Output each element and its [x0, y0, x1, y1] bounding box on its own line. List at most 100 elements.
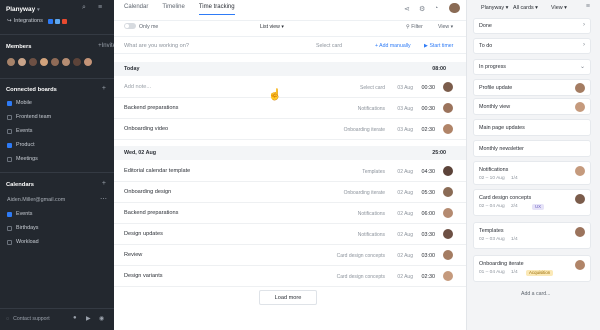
entry-card[interactable]: Onboarding iterate: [344, 190, 385, 196]
add-manually-button[interactable]: + Add manually: [375, 43, 411, 49]
avatar[interactable]: [28, 57, 38, 67]
table-row[interactable]: Add note... Select card 03 Aug 00:30: [114, 77, 466, 98]
task-input[interactable]: What are you working on?: [124, 43, 189, 49]
table-row[interactable]: Review Card design concepts 02 Aug 03:00: [114, 245, 466, 266]
entry-duration[interactable]: 05:30: [422, 190, 436, 196]
card-item[interactable]: Templates 02 – 03 Aug 1/4: [474, 223, 590, 248]
avatar[interactable]: [83, 57, 93, 67]
tab-calendar[interactable]: Calendar: [124, 4, 148, 15]
card-item[interactable]: Card design concepts 02 – 04 Aug 2/4 UX: [474, 190, 590, 215]
table-row[interactable]: Onboarding design Onboarding iterate 02 Au…: [114, 182, 466, 203]
entry-duration[interactable]: 00:30: [422, 85, 436, 91]
board-item-meetings[interactable]: Meetings: [7, 156, 38, 162]
avatar[interactable]: [72, 57, 82, 67]
calendar-label: Workload: [16, 239, 39, 245]
load-more-button[interactable]: Load more: [259, 290, 317, 305]
entry-duration[interactable]: 04:30: [422, 169, 436, 175]
panel-menu-icon[interactable]: ≡: [586, 3, 590, 10]
checkbox[interactable]: [7, 142, 12, 148]
only-me-toggle[interactable]: [124, 23, 136, 29]
tab-timeline[interactable]: Timeline: [162, 4, 184, 15]
filter-button[interactable]: ⚲ Filter: [406, 24, 423, 30]
checkbox[interactable]: [7, 128, 12, 134]
avatar[interactable]: [449, 3, 459, 13]
list-todo[interactable]: To do ›: [474, 39, 590, 53]
chrome-icon[interactable]: ◉: [99, 315, 104, 322]
member-avatars: [6, 57, 93, 67]
checkbox[interactable]: [7, 211, 12, 217]
checkbox[interactable]: [7, 239, 12, 245]
share-icon[interactable]: ⋖: [404, 5, 410, 13]
notifications-icon[interactable]: ◔: [434, 5, 438, 12]
select-card-button[interactable]: Select card: [316, 43, 342, 49]
card-item[interactable]: Monthly newsletter: [474, 141, 590, 156]
list-view-dropdown[interactable]: List view ▾: [260, 24, 284, 30]
avatar[interactable]: [6, 57, 16, 67]
avatar[interactable]: [61, 57, 71, 67]
card-item[interactable]: Profile update: [474, 80, 590, 95]
entry-duration[interactable]: 06:00: [422, 211, 436, 217]
entry-duration[interactable]: 03:30: [422, 232, 436, 238]
calendar-label: Birthdays: [16, 225, 39, 231]
board-item-product[interactable]: Product: [7, 142, 35, 148]
entry-card[interactable]: Notifications: [358, 232, 385, 238]
entry-duration[interactable]: 02:30: [422, 127, 436, 133]
add-card-button[interactable]: Add a card...: [521, 291, 550, 297]
entry-duration[interactable]: 02:30: [422, 274, 436, 280]
card-item[interactable]: Onboarding iterate 01 – 04 Aug 1/4 Acquisit…: [474, 256, 590, 281]
entry-duration[interactable]: 00:30: [422, 106, 436, 112]
table-row[interactable]: Design updates Notifications 02 Aug 03:30: [114, 224, 466, 245]
avatar[interactable]: [39, 57, 49, 67]
entry-card[interactable]: Onboarding iterate: [344, 127, 385, 133]
board-item-events[interactable]: Events: [7, 128, 32, 134]
entry-card[interactable]: Notifications: [358, 106, 385, 112]
table-row[interactable]: Backend preparations Notifications 03 Aug 0…: [114, 98, 466, 119]
table-row[interactable]: Design variants Card design concepts 02 Au…: [114, 266, 466, 287]
settings-icon[interactable]: ⚙: [419, 5, 425, 13]
entry-card[interactable]: Templates: [362, 169, 385, 175]
view-dropdown[interactable]: View ▾: [551, 5, 567, 11]
checkbox[interactable]: [7, 100, 12, 106]
checkbox[interactable]: [7, 114, 12, 120]
play-store-icon[interactable]: ▶: [86, 315, 91, 322]
apple-icon[interactable]: ●: [73, 315, 77, 321]
board-item-frontend[interactable]: Frontend team: [7, 114, 51, 120]
view-dropdown[interactable]: View ▾: [438, 24, 453, 30]
integrations-label: Integrations: [13, 18, 43, 24]
table-row[interactable]: Backend preparations Notifications 02 Aug 0…: [114, 203, 466, 224]
card-item[interactable]: Main page updates: [474, 120, 590, 135]
card-item[interactable]: Notifications 02 – 10 Aug 1/4: [474, 162, 590, 184]
entry-card[interactable]: Card design concepts: [337, 274, 385, 280]
list-in-progress[interactable]: In progress ⌄: [474, 60, 590, 74]
start-timer-button[interactable]: ▶ Start timer: [424, 43, 453, 49]
entry-card[interactable]: Card design concepts: [337, 253, 385, 259]
avatar[interactable]: [17, 57, 27, 67]
integrations-item[interactable]: ↪ Integrations: [7, 18, 67, 24]
workspace-switcher[interactable]: Planyway ▾: [6, 6, 40, 13]
account-menu-icon[interactable]: ⋯: [100, 195, 107, 203]
calendar-item-events[interactable]: Events: [7, 211, 32, 217]
contact-support[interactable]: ◌ Contact support: [6, 316, 50, 322]
start-timer-label: Start timer: [429, 43, 454, 49]
calendar-item-workload[interactable]: Workload: [7, 239, 39, 245]
board-item-mobile[interactable]: Mobile: [7, 100, 32, 106]
entry-name[interactable]: Add note...: [124, 84, 151, 90]
checkbox[interactable]: [7, 225, 12, 231]
calendar-item-birthdays[interactable]: Birthdays: [7, 225, 38, 231]
add-board-icon[interactable]: +: [102, 85, 106, 92]
all-cards-dropdown[interactable]: All cards ▾: [513, 5, 538, 11]
collapse-sidebar-icon[interactable]: ≡: [98, 4, 102, 11]
checkbox[interactable]: [7, 156, 12, 162]
list-done[interactable]: Done ›: [474, 19, 590, 33]
search-icon[interactable]: ⌕: [82, 4, 86, 12]
entry-card[interactable]: Notifications: [358, 211, 385, 217]
add-calendar-icon[interactable]: +: [102, 180, 106, 187]
table-row[interactable]: Editorial calendar template Templates 02 A…: [114, 161, 466, 182]
entry-duration[interactable]: 03:00: [422, 253, 436, 259]
board-dropdown[interactable]: Planyway ▾: [481, 5, 508, 11]
table-row[interactable]: Onboarding video Onboarding iterate 03 Aug…: [114, 119, 466, 140]
card-item[interactable]: Monthly view: [474, 99, 590, 114]
avatar[interactable]: [50, 57, 60, 67]
tab-time-tracking[interactable]: Time tracking: [198, 4, 235, 15]
entry-card[interactable]: Select card: [360, 85, 385, 91]
